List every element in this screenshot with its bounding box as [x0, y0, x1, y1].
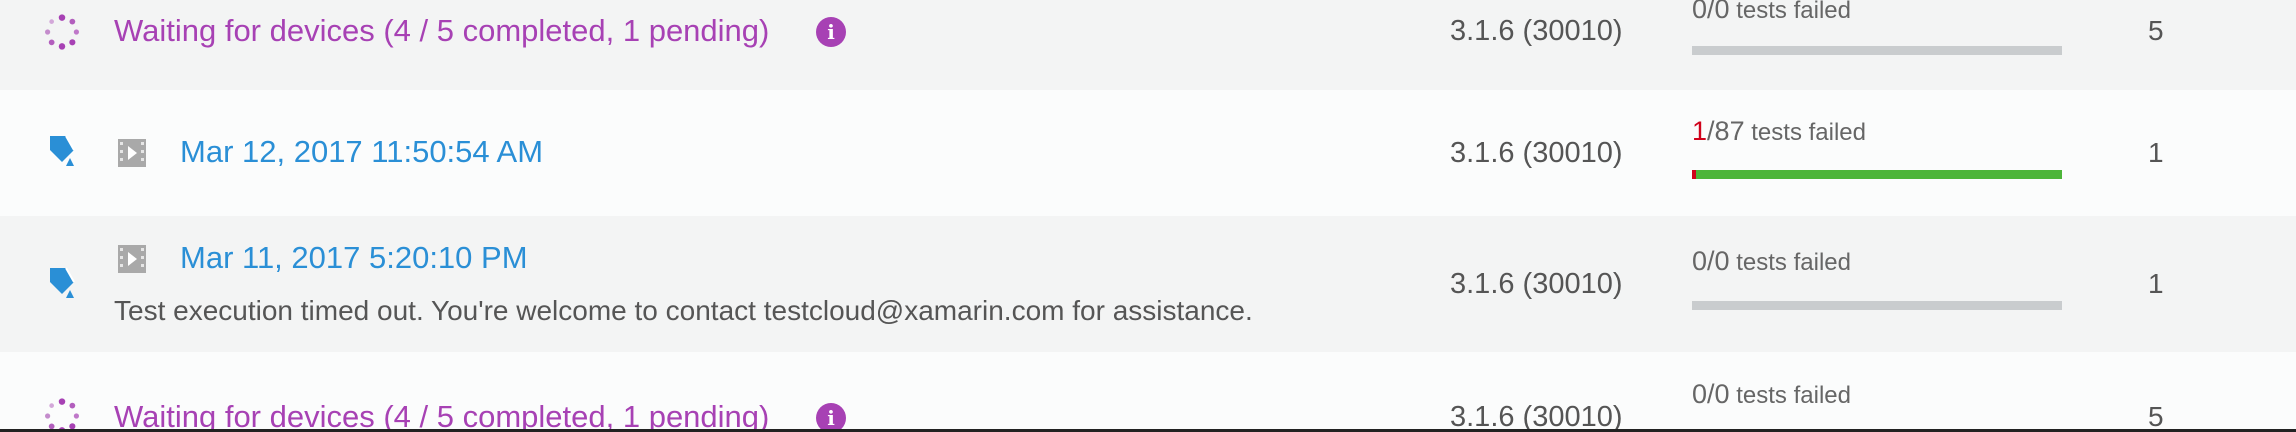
failed-count: 0	[1692, 0, 1708, 24]
separator: /	[1707, 0, 1715, 24]
total-count: 0	[1714, 246, 1730, 276]
tests-failed-summary: 0/0 tests failed	[1692, 379, 1851, 411]
video-play-icon[interactable]	[118, 139, 146, 167]
app-version: 3.1.6 (30010)	[1450, 15, 1623, 47]
app-version: 3.1.6 (30010)	[1450, 137, 1623, 169]
run-date-link[interactable]: Mar 12, 2017 11:50:54 AM	[180, 134, 543, 170]
run-status-link[interactable]: Waiting for devices (4 / 5 completed, 1 …	[114, 399, 769, 429]
pending-spinner-icon	[44, 14, 80, 50]
paint-bucket-icon	[50, 135, 75, 166]
separator: /	[1707, 116, 1715, 146]
test-progress-bar	[1692, 170, 2062, 179]
tests-failed-label: tests failed	[1736, 249, 1851, 276]
run-error-message: Test execution timed out. You're welcome…	[114, 295, 1253, 326]
device-count: 1	[2148, 137, 2164, 168]
app-version: 3.1.6 (30010)	[1450, 268, 1623, 300]
device-count: 5	[2148, 401, 2164, 429]
separator: /	[1707, 246, 1715, 276]
tests-failed-summary: 0/0 tests failed	[1692, 0, 1851, 26]
total-count: 87	[1714, 116, 1745, 146]
app-version: 3.1.6 (30010)	[1450, 401, 1623, 429]
run-date-link[interactable]: Mar 11, 2017 5:20:10 PM	[180, 240, 528, 276]
tests-failed-summary: 1/87 tests failed	[1692, 116, 1866, 148]
pending-spinner-icon	[44, 398, 80, 429]
total-count: 0	[1714, 379, 1730, 409]
test-progress-bar	[1692, 46, 2062, 55]
tests-failed-label: tests failed	[1736, 0, 1851, 24]
device-count: 5	[2148, 15, 2164, 46]
failed-count: 0	[1692, 379, 1708, 409]
total-count: 0	[1714, 0, 1730, 24]
device-count: 1	[2148, 268, 2164, 299]
separator: /	[1707, 379, 1715, 409]
video-play-icon[interactable]	[118, 245, 146, 273]
test-run-row[interactable]: Waiting for devices (4 / 5 completed, 1 …	[0, 0, 2296, 90]
paint-bucket-icon	[50, 267, 75, 298]
info-icon[interactable]: i	[816, 403, 846, 429]
info-icon[interactable]: i	[816, 17, 846, 47]
test-run-row[interactable]: Mar 11, 2017 5:20:10 PM Test execution t…	[0, 216, 2296, 352]
tests-failed-summary: 0/0 tests failed	[1692, 246, 1851, 278]
tests-failed-label: tests failed	[1751, 119, 1866, 146]
test-run-row[interactable]: Waiting for devices (4 / 5 completed, 1 …	[0, 352, 2296, 429]
failed-count: 0	[1692, 246, 1708, 276]
passed-fill	[1696, 170, 2062, 179]
failed-count: 1	[1692, 116, 1708, 146]
run-status-link[interactable]: Waiting for devices (4 / 5 completed, 1 …	[114, 13, 769, 49]
test-progress-bar	[1692, 301, 2062, 310]
tests-failed-label: tests failed	[1736, 382, 1851, 409]
test-run-row[interactable]: Mar 12, 2017 11:50:54 AM 3.1.6 (30010) 1…	[0, 90, 2296, 216]
